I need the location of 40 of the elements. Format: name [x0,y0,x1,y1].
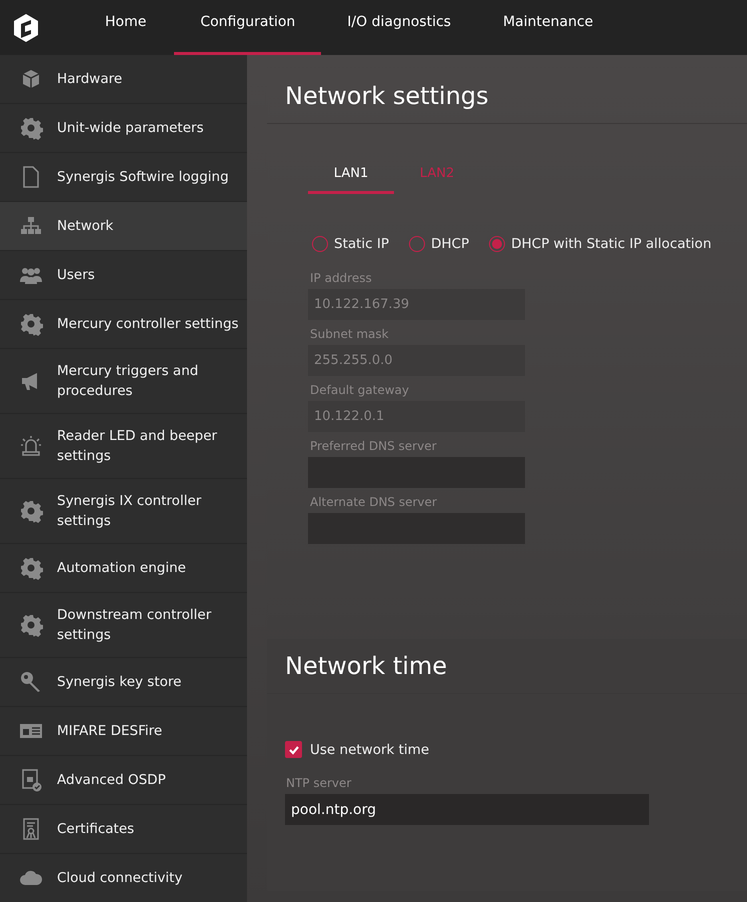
gear-icon [19,499,43,523]
check-icon [288,744,300,756]
checkbox-label: Use network time [310,742,430,758]
sidebar-item[interactable]: Hardware [0,55,247,104]
nav-tab[interactable]: I/O diagnostics [321,0,477,55]
sidebar-item[interactable]: Downstream controller settings [0,593,247,658]
field-label: Subnet mask [309,327,390,343]
gear-icon [19,116,43,140]
sidebar-item[interactable]: MIFARE DESFire [0,707,247,756]
radio-label: Static IP [334,236,390,252]
panel-title: Network settings [285,82,489,110]
nav-tab[interactable]: Home [75,0,174,55]
sidebar-item[interactable]: Network [0,202,247,251]
gear-icon [19,556,43,580]
gear-icon [19,613,43,637]
radio-label: DHCP [431,236,470,252]
nav-tab[interactable]: Maintenance [476,0,620,55]
input-field[interactable]: pool.ntp.org [285,794,649,825]
field-label: Preferred DNS server [309,439,438,455]
field-label: NTP server [285,776,352,792]
radio-button[interactable] [312,236,328,252]
radio-button[interactable] [409,236,426,252]
radio-label: DHCP with Static IP allocation [511,236,712,252]
sidebar-item[interactable]: Automation engine [0,544,247,593]
sidebar-item[interactable]: Users [0,251,247,300]
lan-tab[interactable]: LAN1 [308,166,394,194]
field-label: Default gateway [309,383,410,399]
sidebar-item[interactable]: Mercury controller settings [0,300,247,349]
sidebar-item[interactable]: Synergis IX controller settings [0,479,247,544]
sidebar-item[interactable]: Unit-wide parameters [0,104,247,153]
panel-title: Network time [285,652,448,680]
checkbox[interactable] [285,741,302,758]
radio-button[interactable] [489,236,506,252]
siren-icon [19,434,43,458]
field-label: Alternate DNS server [309,495,438,511]
key-icon [19,670,43,694]
lock-badge-icon [19,768,43,792]
sidebar-item[interactable]: Advanced OSDP [0,756,247,805]
field-label: IP address [309,271,373,287]
gear-icon [19,312,43,336]
